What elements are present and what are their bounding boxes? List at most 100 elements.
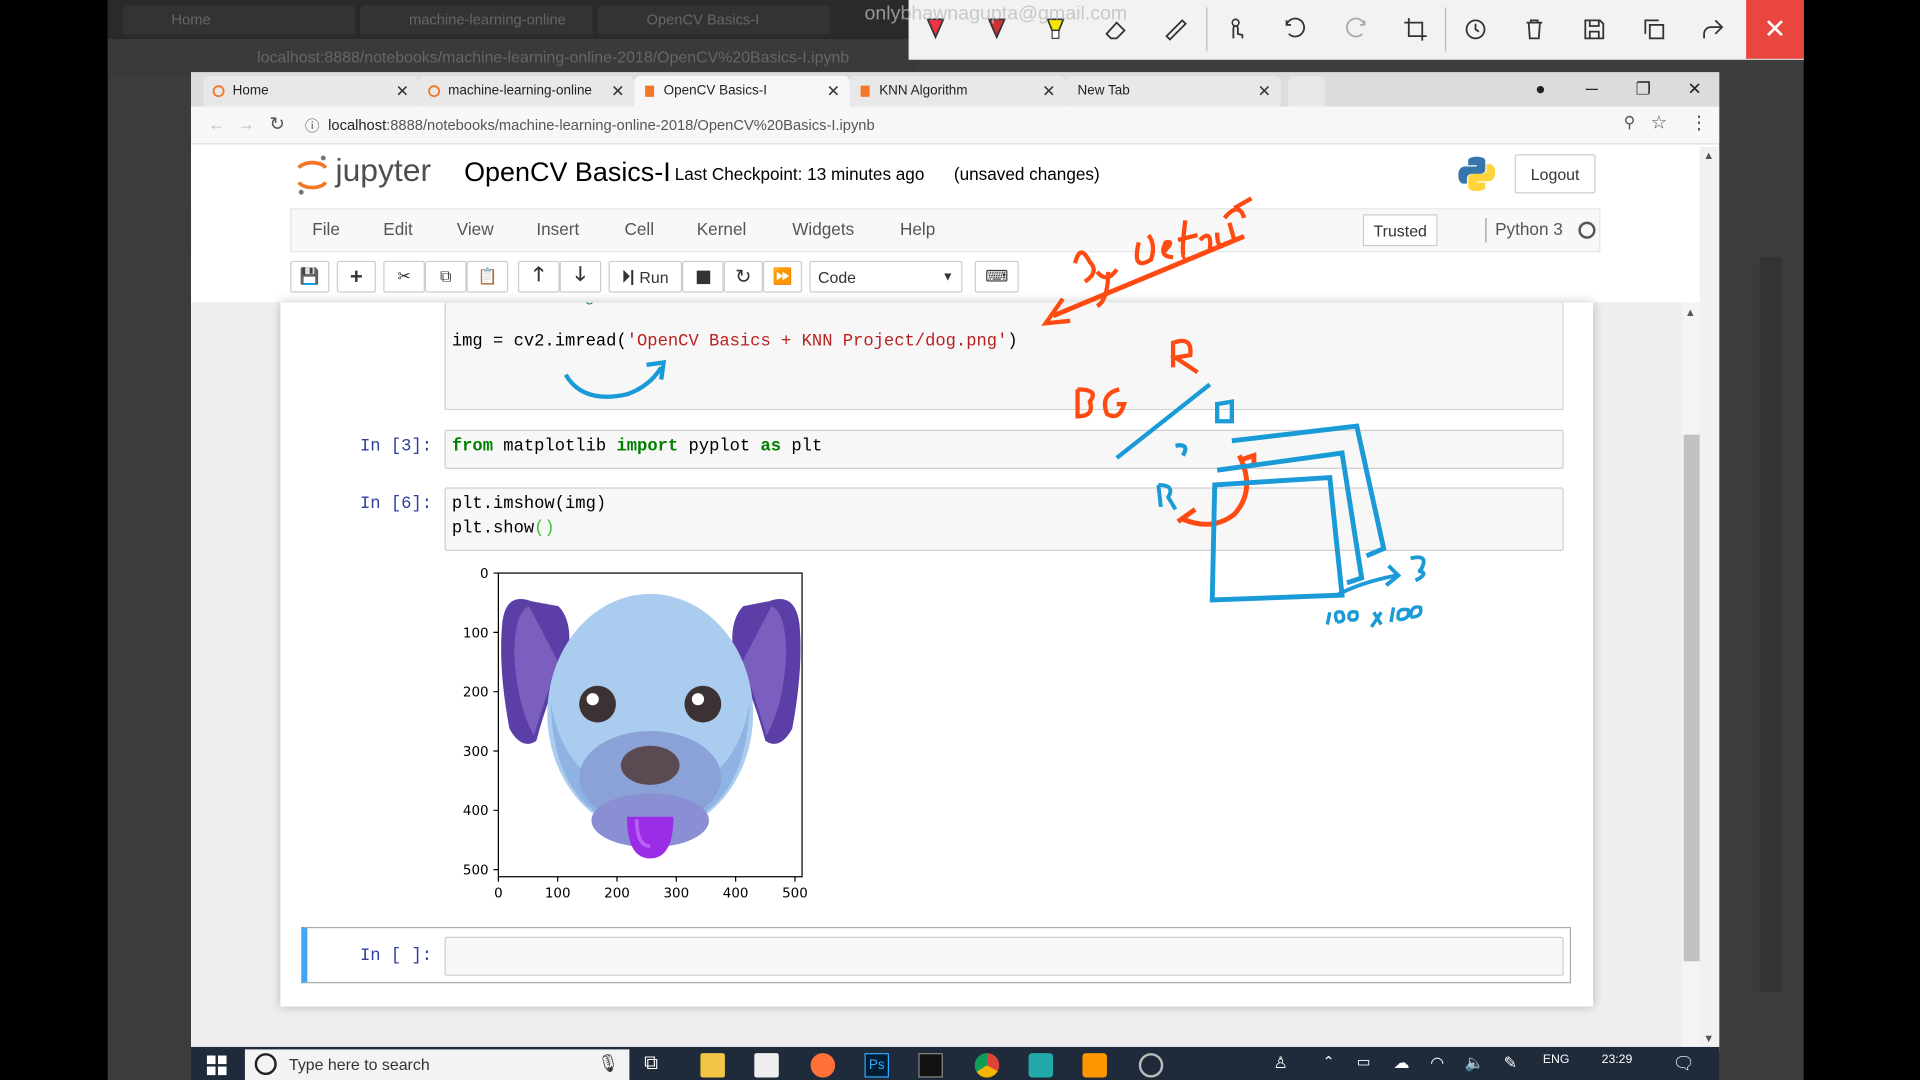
paste-icon[interactable]: 📋 (466, 260, 509, 293)
account-email-overlay: onlybhawnagupta@gmail.com (864, 3, 1128, 25)
code-line: plt.show() (451, 519, 555, 539)
menu-help[interactable]: Help (900, 219, 935, 239)
redo-icon[interactable] (1336, 10, 1375, 49)
trusted-indicator[interactable]: Trusted (1362, 214, 1438, 247)
close-tab-icon[interactable]: ✕ (1258, 76, 1271, 107)
page-scroll-up-icon[interactable]: ▲ (1703, 149, 1714, 161)
move-down-icon[interactable]: 🡓 (559, 260, 602, 293)
profile-icon[interactable]: ● (1516, 73, 1565, 102)
run-button[interactable]: ⏵| Run (608, 260, 683, 293)
touch-write-icon[interactable] (1217, 10, 1256, 49)
menu-widgets[interactable]: Widgets (792, 219, 854, 239)
delete-icon[interactable] (1515, 10, 1554, 49)
taskbar-search-box[interactable]: Type here to search 🎙 (244, 1049, 630, 1080)
background-address-bar: localhost:8888/notebooks/machine-learnin… (107, 39, 916, 76)
close-tab-icon[interactable]: ✕ (827, 76, 840, 107)
zoom-icon[interactable]: ⚲ (1624, 113, 1636, 133)
restart-run-all-icon[interactable]: ⏩ (762, 260, 803, 293)
cell-prompt: In [3]: (360, 437, 433, 457)
close-tab-icon[interactable]: ✕ (611, 76, 624, 107)
save-icon[interactable] (1575, 10, 1614, 49)
wifi-icon[interactable]: ◠ (1430, 1053, 1454, 1077)
minimize-icon[interactable]: ─ (1567, 73, 1616, 102)
undo-icon[interactable] (1276, 10, 1315, 49)
cut-icon[interactable]: ✂ (383, 260, 425, 293)
cell-type-select[interactable]: Code ▼ (809, 260, 963, 293)
volume-icon[interactable]: 🔈 (1465, 1053, 1489, 1077)
tab-knn-algorithm[interactable]: KNN Algorithm ✕ (849, 75, 1066, 107)
logout-button[interactable]: Logout (1514, 154, 1596, 194)
terminal-icon[interactable] (918, 1053, 943, 1078)
restart-icon[interactable]: ↻ (723, 260, 763, 293)
restore-icon[interactable]: ❐ (1619, 73, 1668, 102)
copy-cell-icon[interactable]: ⧉ (424, 260, 467, 293)
crop-icon[interactable] (1396, 10, 1435, 49)
close-tab-icon[interactable]: ✕ (1042, 76, 1055, 107)
save-notebook-icon[interactable]: 💾 (290, 260, 330, 293)
notebook-title[interactable]: OpenCV Basics-I (464, 157, 671, 189)
y-tick-label: 100 (463, 626, 489, 641)
close-tab-icon[interactable]: ✕ (396, 76, 409, 107)
tray-chevron-up-icon[interactable]: ⌃ (1322, 1053, 1346, 1077)
copy-icon[interactable] (1635, 10, 1674, 49)
tab-opencv-basics[interactable]: OpenCV Basics-I ✕ (634, 75, 850, 107)
microphone-icon[interactable]: 🎙 (598, 1053, 620, 1074)
more-menu-icon[interactable]: ⋮ (1690, 111, 1708, 134)
python-logo-icon (1458, 156, 1496, 192)
code-cell-input[interactable] (444, 302, 1564, 411)
forward-icon[interactable]: → (238, 114, 255, 134)
menu-kernel[interactable]: Kernel (697, 219, 747, 239)
reload-icon[interactable]: ↻ (269, 113, 284, 135)
jupyter-logo-icon[interactable] (294, 153, 331, 197)
tab-home[interactable]: Home ✕ (203, 75, 419, 107)
url-field[interactable]: localhost:8888/notebooks/machine-learnin… (328, 116, 874, 133)
notifications-icon[interactable]: 🗨 (1673, 1053, 1697, 1077)
ruler-icon[interactable] (1156, 10, 1195, 49)
tab-machine-learning[interactable]: machine-learning-online ✕ (418, 75, 635, 107)
tab-new-tab[interactable]: New Tab ✕ (1065, 75, 1281, 107)
keyboard-shortcuts-icon[interactable]: ⌨ (974, 260, 1019, 293)
window-close-icon[interactable]: ✕ (1670, 73, 1719, 102)
pen-workspace-icon[interactable]: ✎ (1504, 1053, 1528, 1077)
new-tab-button[interactable] (1288, 75, 1325, 107)
bookmark-star-icon[interactable]: ☆ (1651, 111, 1667, 134)
language-indicator[interactable]: ENG (1543, 1053, 1570, 1066)
menu-cell[interactable]: Cell (624, 219, 654, 239)
onedrive-icon[interactable]: ☁ (1393, 1053, 1417, 1077)
scroll-up-icon[interactable]: ▲ (1685, 306, 1696, 318)
menu-insert[interactable]: Insert (536, 219, 579, 239)
share-icon[interactable] (1693, 10, 1732, 49)
history-icon[interactable] (1456, 10, 1495, 49)
chrome-icon[interactable] (974, 1053, 1000, 1078)
close-icon[interactable]: ✕ (1746, 0, 1804, 59)
x-axis: 0 100 200 300 400 500 (494, 876, 808, 902)
mail-icon[interactable] (754, 1053, 779, 1078)
sublime-text-icon[interactable] (1082, 1053, 1107, 1078)
windows-start-icon[interactable] (206, 1054, 228, 1076)
kernel-name[interactable]: Python 3 (1495, 219, 1563, 239)
obs-icon[interactable] (1138, 1053, 1164, 1078)
interrupt-icon[interactable] (682, 260, 724, 293)
firefox-icon[interactable] (810, 1053, 836, 1078)
photoshop-icon[interactable]: Ps (864, 1053, 889, 1078)
code-cell-input[interactable] (444, 487, 1564, 552)
menu-view[interactable]: View (457, 219, 494, 239)
menu-file[interactable]: File (312, 219, 340, 239)
task-view-icon[interactable]: ⧉ (644, 1053, 668, 1077)
people-icon[interactable]: ♙ (1273, 1053, 1297, 1077)
tray-device-icon[interactable]: ▭ (1357, 1053, 1381, 1077)
clock[interactable]: 23:29 (1602, 1053, 1633, 1066)
menu-edit[interactable]: Edit (383, 219, 413, 239)
page-scroll-down-icon[interactable]: ▼ (1703, 1032, 1714, 1044)
back-icon[interactable]: ← (208, 114, 225, 134)
app-icon[interactable] (1028, 1053, 1054, 1078)
empty-code-input[interactable] (444, 936, 1564, 976)
x-tick-label: 0 (494, 887, 503, 902)
jupyter-wordmark[interactable]: jupyter (336, 152, 432, 190)
background-tab: OpenCV Basics-I (597, 4, 831, 35)
page-scrollbar[interactable] (1699, 146, 1720, 1047)
file-explorer-icon[interactable] (700, 1053, 725, 1078)
move-up-icon[interactable]: 🡑 (517, 260, 560, 293)
insert-cell-icon[interactable]: + (336, 260, 376, 293)
notebook-scrollbar-thumb[interactable] (1683, 434, 1701, 962)
